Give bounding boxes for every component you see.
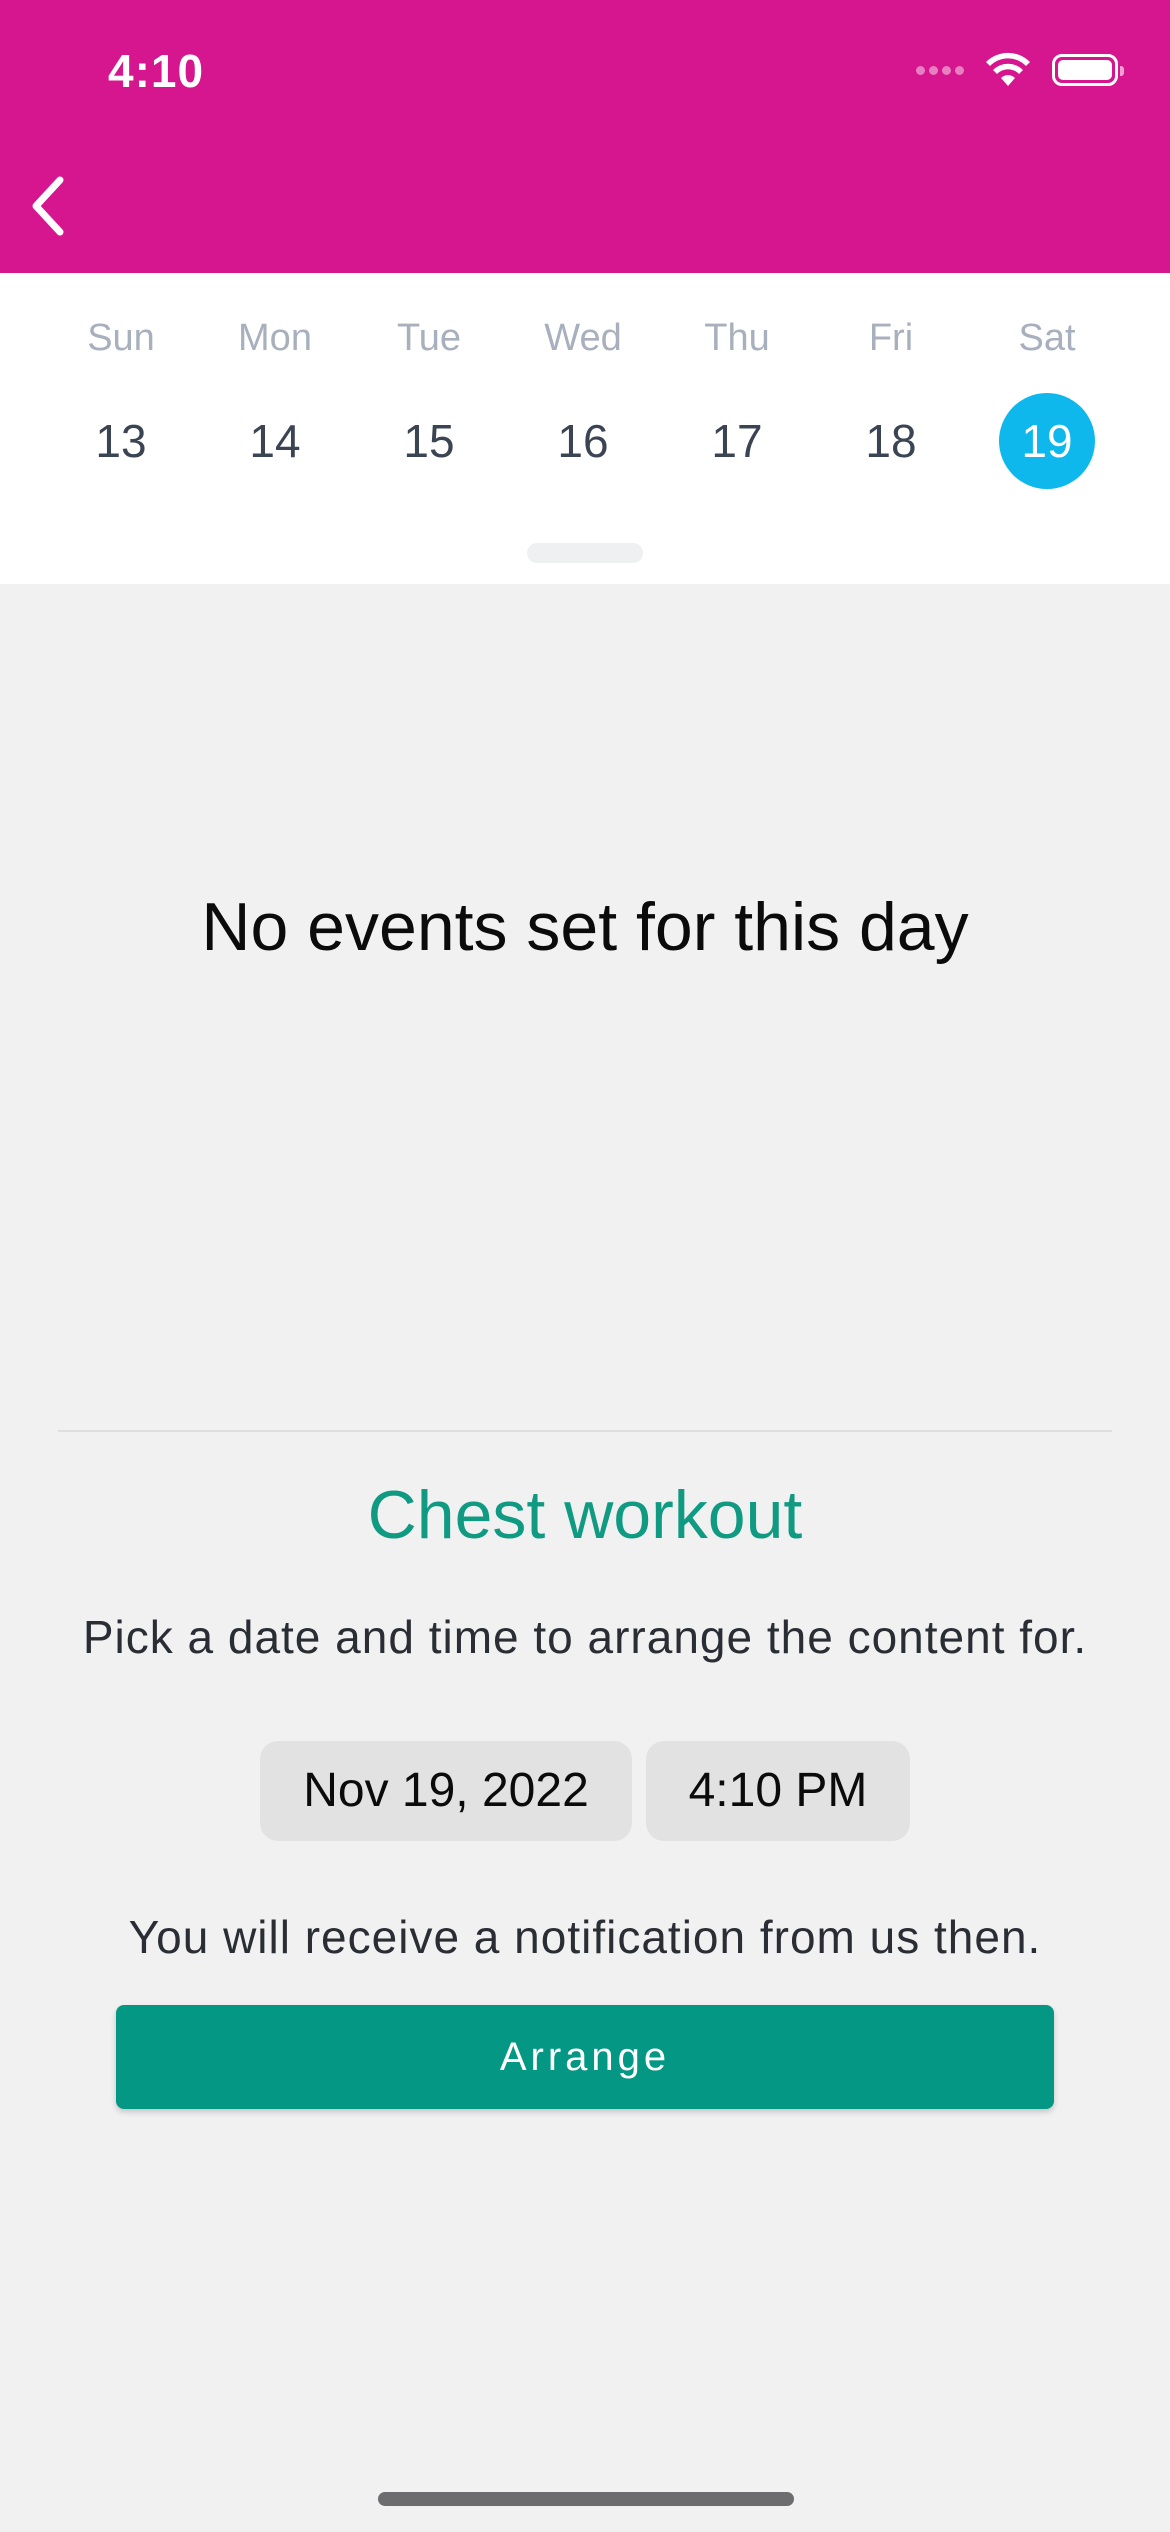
empty-events-message: No events set for this day <box>201 889 969 965</box>
day-sunday[interactable]: Sun 13 <box>44 273 198 513</box>
day-number: 17 <box>711 415 763 467</box>
arrange-button[interactable]: Arrange <box>116 2005 1054 2109</box>
content-title: Chest workout <box>367 1477 803 1553</box>
time-picker[interactable]: 4:10 PM <box>646 1741 910 1841</box>
wifi-icon <box>986 52 1030 86</box>
day-number: 16 <box>557 415 609 467</box>
day-number: 14 <box>249 415 301 467</box>
day-number: 18 <box>865 415 917 467</box>
app-header: 4:10 <box>0 0 1170 273</box>
day-monday[interactable]: Mon 14 <box>198 273 352 513</box>
day-number: 13 <box>95 415 147 467</box>
day-name: Thu <box>704 317 770 359</box>
chevron-left-icon <box>32 176 64 236</box>
drag-handle[interactable] <box>527 543 643 563</box>
day-number: 15 <box>403 415 455 467</box>
cellular-signal-icon <box>916 65 964 75</box>
section-divider <box>58 1430 1112 1432</box>
day-name: Sat <box>1018 317 1076 359</box>
day-friday[interactable]: Fri 18 <box>814 273 968 513</box>
week-calendar: Sun 13 Mon 14 Tue 15 Wed 16 Thu 17 Fri 1… <box>0 273 1170 584</box>
day-name: Tue <box>396 317 462 359</box>
home-indicator <box>378 2492 794 2506</box>
battery-icon <box>1052 54 1124 86</box>
day-wednesday[interactable]: Wed 16 <box>506 273 660 513</box>
day-thursday[interactable]: Thu 17 <box>660 273 814 513</box>
date-picker[interactable]: Nov 19, 2022 <box>260 1741 632 1841</box>
back-button[interactable] <box>18 170 78 242</box>
day-name: Mon <box>238 317 312 359</box>
day-tuesday[interactable]: Tue 15 <box>352 273 506 513</box>
date-time-pickers: Nov 19, 2022 4:10 PM <box>0 1741 1170 1841</box>
status-time: 4:10 <box>108 45 205 97</box>
day-name: Sun <box>87 317 155 359</box>
day-saturday[interactable]: Sat 19 <box>970 273 1124 513</box>
status-icons <box>916 52 1124 88</box>
arrange-instructions: Pick a date and time to arrange the cont… <box>82 1611 1088 1663</box>
day-name: Wed <box>544 317 622 359</box>
notification-notice: You will receive a notification from us … <box>128 1911 1042 1963</box>
day-number-selected: 19 <box>999 393 1095 489</box>
day-name: Fri <box>868 317 914 359</box>
